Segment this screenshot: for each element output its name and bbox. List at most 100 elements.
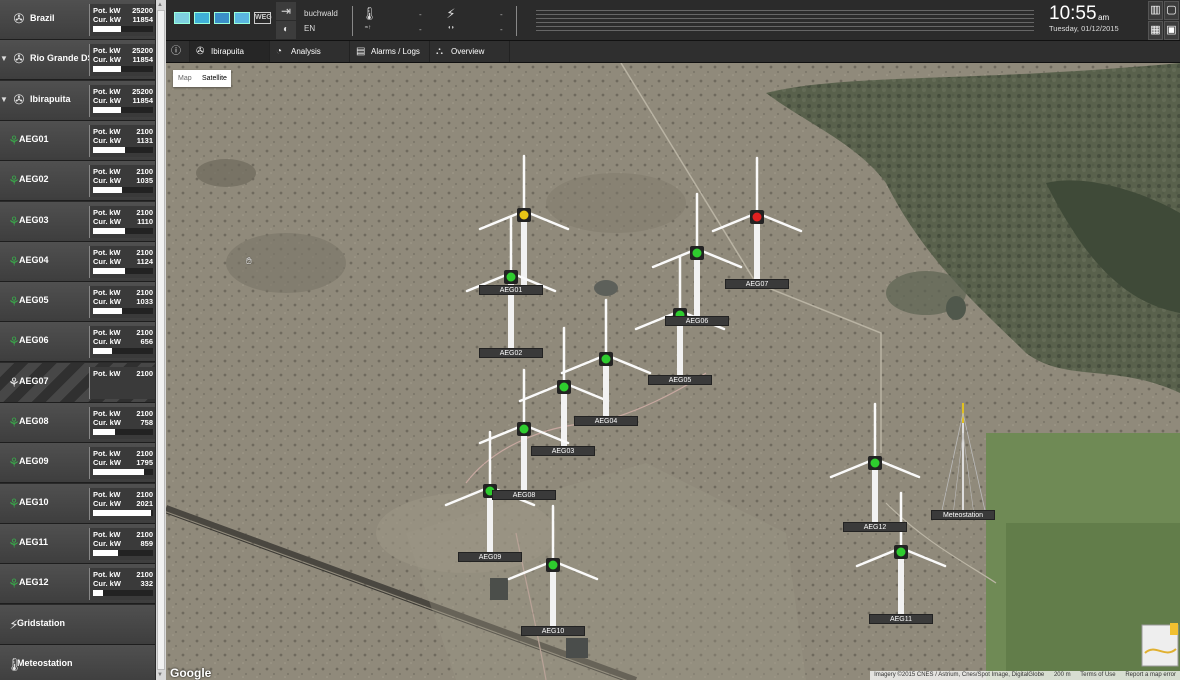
potential-label: Pot. kW <box>93 570 121 580</box>
turbine-map-label[interactable]: AEG11 <box>869 614 933 624</box>
turbine-marker-aeg06[interactable] <box>651 192 743 316</box>
signal-bar-icon <box>234 12 250 24</box>
layout-quad-icon[interactable]: ▣ <box>1164 21 1179 40</box>
expand-arrow-icon[interactable]: ▼ <box>0 95 8 104</box>
sidebar-item-meteostation[interactable]: 🌡︎ Meteostation <box>0 644 155 680</box>
power-bar-fill <box>93 227 125 234</box>
turbine-map-label[interactable]: AEG09 <box>458 552 522 562</box>
map-scale: 200 m <box>1053 672 1071 678</box>
turbine-map-label[interactable]: AEG12 <box>843 522 907 532</box>
layout-single-icon[interactable]: ▢ <box>1164 1 1179 20</box>
tab-alarms-label: Alarms / Logs <box>371 47 420 56</box>
sidebar-scrollbar[interactable]: ▲ ▼ <box>156 0 166 680</box>
report-link[interactable]: Report a map error <box>1125 672 1176 678</box>
sidebar-item-aeg06[interactable]: ⚘ AEG06 Pot. kW 2100 Cur. kW 656 <box>0 322 155 363</box>
turbine-map-label[interactable]: AEG07 <box>725 279 789 289</box>
signal-bar-icon <box>214 12 230 24</box>
sidebar-item-aeg12[interactable]: ⚘ AEG12 Pot. kW 2100 Cur. kW 332 <box>0 564 155 605</box>
sidebar-item-aeg09[interactable]: ⚘ AEG09 Pot. kW 2100 Cur. kW 1795 <box>0 443 155 484</box>
tab-overview[interactable]: ⛬ Overview <box>430 41 510 62</box>
power-bar-fill <box>93 590 103 597</box>
terms-link[interactable]: Terms of Use <box>1080 672 1115 678</box>
layout-columns-icon[interactable]: ▥ <box>1148 1 1163 20</box>
power-bar <box>93 308 153 315</box>
current-row: Cur. kW 1124 <box>92 257 153 267</box>
power-bar <box>93 549 153 556</box>
logout-icon[interactable]: ⇥ <box>276 2 296 20</box>
map-type-map[interactable]: Map <box>178 70 192 87</box>
status-light-icon <box>519 210 529 220</box>
sidebar-item-aeg02[interactable]: ⚘ AEG02 Pot. kW 2100 Cur. kW 1035 <box>0 161 155 202</box>
status-light-icon <box>506 272 516 282</box>
sidebar-item-aeg05[interactable]: ⚘ AEG05 Pot. kW 2100 Cur. kW 1033 <box>0 282 155 323</box>
scroll-up-arrow-icon[interactable]: ▲ <box>157 2 163 8</box>
sidebar-item-aeg03[interactable]: ⚘ AEG03 Pot. kW 2100 Cur. kW 1110 <box>0 201 155 242</box>
potential-label: Pot. kW <box>93 247 121 257</box>
potential-value: 2100 <box>136 167 153 177</box>
turbine-marker-aeg02[interactable] <box>465 216 557 348</box>
sidebar-item-gridstation[interactable]: ⚡︎ Gridstation <box>0 604 155 645</box>
sidebar-item-aeg04[interactable]: ⚘ AEG04 Pot. kW 2100 Cur. kW 1124 <box>0 241 155 282</box>
sidebar-item-aeg10[interactable]: ⚘ AEG10 Pot. kW 2100 Cur. kW 2021 <box>0 483 155 524</box>
satellite-map[interactable]: AEG01 AEG02 AEG03 AEG04 AEG05 AEG06 AEG07 AEG08… <box>166 63 1180 680</box>
scroll-down-arrow-icon[interactable]: ▼ <box>157 672 163 678</box>
turbine-map-label[interactable]: AEG03 <box>531 446 595 456</box>
turbine-map-label[interactable]: AEG08 <box>492 490 556 500</box>
potential-label: Pot. kW <box>93 207 121 217</box>
potential-label: Pot. kW <box>93 288 121 298</box>
potential-label: Pot. kW <box>93 6 121 15</box>
sidebar-group-brazil[interactable]: ✇ Brazil Pot. kW 25200 Cur. kW 11854 <box>0 0 155 40</box>
map-type-satellite[interactable]: Satellite <box>202 70 227 87</box>
sidebar-item-aeg07[interactable]: ⚘ AEG07 Pot. kW 2100 <box>0 362 155 403</box>
sidebar-item-aeg11[interactable]: ⚘ AEG11 Pot. kW 2100 Cur. kW 859 <box>0 523 155 564</box>
turbine-label: AEG06 <box>19 335 49 346</box>
turbine-map-label[interactable]: AEG05 <box>648 375 712 385</box>
turbine-map-label[interactable]: AEG02 <box>479 348 543 358</box>
sidebar-item-aeg08[interactable]: ⚘ AEG08 Pot. kW 2100 Cur. kW 758 <box>0 403 155 443</box>
power-sub-value: - <box>500 25 503 34</box>
turbine-map-label[interactable]: AEG10 <box>521 626 585 636</box>
sidebar-group-ibirapuita[interactable]: ▼ ✇ Ibirapuita Pot. kW 25200 Cur. kW 11854 <box>0 80 155 121</box>
street-view-thumbnail[interactable] <box>1140 623 1180 668</box>
turbine-map-label[interactable]: AEG04 <box>574 416 638 426</box>
meteostation-map-label[interactable]: Meteostation <box>931 510 995 520</box>
potential-label: Pot. kW <box>93 489 121 499</box>
language-icon[interactable]: ◐ <box>276 21 296 39</box>
gridstation-label: Gridstation <box>17 617 66 628</box>
wind-park-icon: ✇ <box>13 51 25 67</box>
info-icon: ⓘ <box>171 46 181 57</box>
potential-value: 25200 <box>132 6 153 15</box>
potential-label: Pot. kW <box>93 328 121 338</box>
current-row: Cur. kW 1131 <box>92 136 153 146</box>
sidebar-group-rio-grande-ds[interactable]: ▼ ✇ Rio Grande DS Pot. kW 25200 Cur. kW 11854 <box>0 40 155 81</box>
clock-date: Tuesday, 01/12/2015 <box>1049 24 1119 33</box>
turbine-marker-aeg04[interactable] <box>560 298 652 416</box>
sidebar-item-aeg01[interactable]: ⚘ AEG01 Pot. kW 2100 Cur. kW 1131 <box>0 120 155 161</box>
current-label: Cur. kW <box>93 55 121 65</box>
layout-grid-icon[interactable]: ▦ <box>1148 21 1163 40</box>
turbine-marker-aeg01[interactable] <box>478 154 570 285</box>
tab-park[interactable]: ✇ Ibirapuita <box>190 41 270 62</box>
turbine-marker-aeg10[interactable] <box>507 504 599 626</box>
scrollbar-thumb[interactable] <box>157 10 165 670</box>
map-type-control: Map Satellite <box>173 70 231 87</box>
tab-alarms[interactable]: ▤ Alarms / Logs <box>350 41 430 62</box>
turbine-label: AEG08 <box>19 416 49 426</box>
status-light-icon <box>601 354 611 364</box>
turbine-map-label[interactable]: AEG01 <box>479 285 543 295</box>
power-stats: Pot. kW 2100 Cur. kW 1795 <box>89 447 155 480</box>
current-label: Cur. kW <box>93 176 121 186</box>
tab-analysis[interactable]: ◔ Analysis <box>270 41 350 62</box>
turbine-map-label[interactable]: AEG06 <box>665 316 729 326</box>
current-label: Cur. kW <box>93 579 121 589</box>
turbine-marker-aeg12[interactable] <box>829 402 921 522</box>
info-tab[interactable]: ⓘ <box>166 41 190 62</box>
current-row: Cur. kW 1795 <box>92 458 153 468</box>
wind-park-icon: ✇ <box>196 46 205 57</box>
potential-value: 2100 <box>136 409 153 418</box>
turbine-label: AEG04 <box>19 254 49 265</box>
current-label: Cur. kW <box>93 538 121 548</box>
expand-arrow-icon[interactable]: ▼ <box>0 54 8 63</box>
power-bar-fill <box>93 429 115 435</box>
current-row: Cur. kW 2021 <box>92 499 153 509</box>
